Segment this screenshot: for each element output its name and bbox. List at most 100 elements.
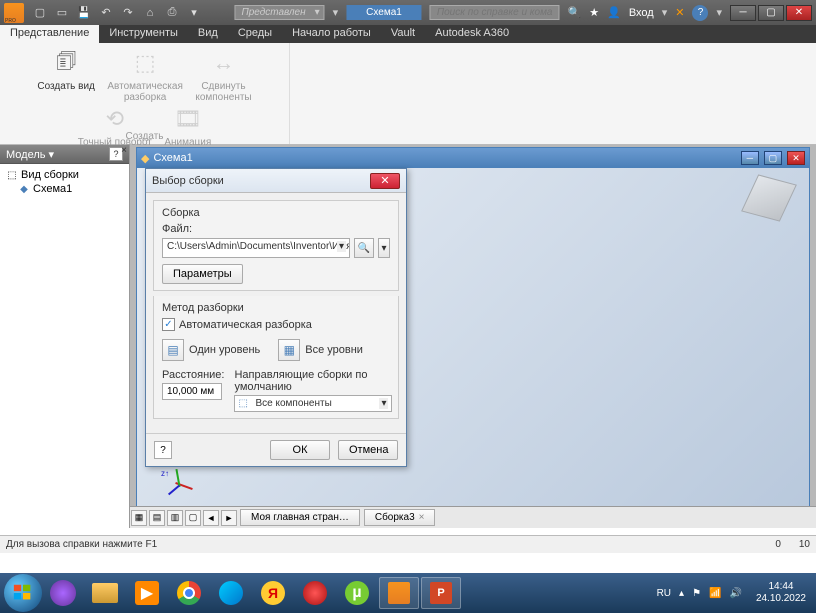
- qat-save-icon[interactable]: 💾: [76, 5, 92, 21]
- browser-header[interactable]: Модель ▾ ?: [0, 145, 129, 164]
- search-icon[interactable]: 🔍: [568, 6, 582, 19]
- qat-home-icon[interactable]: ⌂: [142, 5, 158, 21]
- view-mode-icon-1[interactable]: ▦: [131, 510, 147, 526]
- file-path-combo[interactable]: C:\Users\Admin\Documents\Inventor\Имя пр…: [162, 238, 350, 258]
- all-levels-option[interactable]: ▦ Все уровни: [278, 339, 363, 361]
- tree-root[interactable]: ⬚ Вид сборки: [4, 168, 125, 182]
- blank-strip: [0, 553, 816, 573]
- qat-print-icon[interactable]: ⎙: [164, 5, 180, 21]
- guides-combo[interactable]: Все компоненты: [234, 395, 392, 412]
- tab-tools[interactable]: Инструменты: [99, 25, 188, 43]
- view-mode-icon-4[interactable]: ▢: [185, 510, 201, 526]
- scheme-icon: ◆: [18, 183, 30, 195]
- user-icon[interactable]: 👤: [607, 6, 621, 19]
- dialog-title: Выбор сборки: [152, 175, 224, 187]
- appearance-combo[interactable]: Представлен: [234, 5, 324, 20]
- star-icon[interactable]: ★: [589, 6, 599, 19]
- start-button[interactable]: [4, 574, 42, 612]
- tray-volume-icon[interactable]: 🔊: [729, 588, 741, 599]
- taskbar-media-icon[interactable]: ▶: [127, 577, 167, 609]
- tab-vault[interactable]: Vault: [381, 25, 425, 43]
- tab-view[interactable]: Вид: [188, 25, 228, 43]
- cancel-button[interactable]: Отмена: [338, 440, 398, 460]
- taskbar-powerpoint-icon[interactable]: P: [421, 577, 461, 609]
- close-button[interactable]: ✕: [786, 5, 812, 21]
- app-titlebar: ▢ ▭ 💾 ↶ ↷ ⌂ ⎙ ▾ Представлен ▾ Схема1 🔍 ★…: [0, 0, 816, 25]
- distance-input[interactable]: [162, 383, 222, 400]
- maximize-button[interactable]: ▢: [758, 5, 784, 21]
- taskbar-chrome-icon[interactable]: [169, 577, 209, 609]
- one-level-icon: ▤: [162, 339, 184, 361]
- language-indicator[interactable]: RU: [657, 588, 671, 599]
- app-icon: [4, 3, 24, 23]
- combo-fx-icon[interactable]: ▾: [333, 6, 339, 19]
- taskbar-opera-icon[interactable]: [295, 577, 335, 609]
- dialog-titlebar[interactable]: Выбор сборки ✕: [146, 169, 406, 193]
- doc-tab-home[interactable]: Моя главная стран…: [240, 509, 360, 526]
- qat-undo-icon[interactable]: ↶: [98, 5, 114, 21]
- dialog-close-button[interactable]: ✕: [370, 173, 400, 189]
- file-options-button[interactable]: ▾: [378, 238, 390, 258]
- child-maximize-button[interactable]: ▢: [764, 151, 782, 165]
- tree-item-scheme[interactable]: ◆ Схема1: [4, 182, 125, 196]
- taskbar-explorer-icon[interactable]: [85, 577, 125, 609]
- checkbox-icon: ✓: [162, 318, 175, 331]
- dialog-help-button[interactable]: ?: [154, 441, 172, 459]
- tab-environments[interactable]: Среды: [228, 25, 282, 43]
- ribbon-group-label: Создать: [0, 131, 289, 142]
- view-mode-icon-3[interactable]: ▥: [167, 510, 183, 526]
- child-window-titlebar: ◆ Схема1 ─ ▢ ✕: [137, 148, 809, 168]
- login-label[interactable]: Вход: [629, 7, 654, 19]
- viewcube[interactable]: [741, 174, 797, 221]
- child-close-button[interactable]: ✕: [787, 151, 805, 165]
- system-clock[interactable]: 14:44 24.10.2022: [750, 581, 812, 605]
- auto-disassembly-checkbox[interactable]: ✓ Автоматическая разборка: [162, 318, 390, 331]
- tray-flag-icon[interactable]: ⚑: [692, 588, 701, 599]
- browse-file-button[interactable]: 🔍: [354, 238, 374, 258]
- taskbar-inventor-icon[interactable]: [379, 577, 419, 609]
- doc-tab-assembly3[interactable]: Сборка3×: [364, 509, 436, 526]
- taskbar-edge-icon[interactable]: [211, 577, 251, 609]
- tab-presentation[interactable]: Представление: [0, 25, 99, 43]
- qat-redo-icon[interactable]: ↷: [120, 5, 136, 21]
- file-label: Файл:: [162, 223, 390, 235]
- browser-close-icon[interactable]: ×: [121, 145, 127, 156]
- child-minimize-button[interactable]: ─: [741, 151, 759, 165]
- tab-nav-left-icon[interactable]: ◄: [203, 510, 219, 526]
- all-levels-icon: ▦: [278, 339, 300, 361]
- assembly-view-icon: ⬚: [6, 169, 18, 181]
- minimize-button[interactable]: ─: [730, 5, 756, 21]
- document-tabs: ▦ ▤ ▥ ▢ ◄ ► Моя главная стран… Сборка3×: [130, 506, 816, 528]
- one-level-option[interactable]: ▤ Один уровень: [162, 339, 260, 361]
- select-assembly-dialog: Выбор сборки ✕ Сборка Файл: C:\Users\Adm…: [145, 168, 407, 467]
- create-view-button[interactable]: 🗊 Создать вид: [33, 47, 99, 92]
- tray-arrow-icon[interactable]: ▴: [679, 588, 684, 599]
- qat-more-icon[interactable]: ▾: [186, 5, 202, 21]
- status-value-2: 10: [799, 539, 810, 550]
- child-window-title: Схема1: [153, 152, 192, 164]
- taskbar-app-1[interactable]: [43, 577, 83, 609]
- guides-label: Направляющие сборки по умолчанию: [234, 369, 392, 393]
- taskbar-utorrent-icon[interactable]: µ: [337, 577, 377, 609]
- create-view-label: Создать вид: [37, 81, 95, 92]
- tab-nav-right-icon[interactable]: ►: [221, 510, 237, 526]
- child-window-icon: ◆: [141, 152, 149, 165]
- help-icon[interactable]: ?: [692, 5, 708, 21]
- workspace: × Модель ▾ ? ⬚ Вид сборки ◆ Схема1 ◆ Схе…: [0, 145, 816, 528]
- qat-new-icon[interactable]: ▢: [32, 5, 48, 21]
- ok-button[interactable]: ОК: [270, 440, 330, 460]
- qat-open-icon[interactable]: ▭: [54, 5, 70, 21]
- view-mode-icon-2[interactable]: ▤: [149, 510, 165, 526]
- exchange-icon[interactable]: ✕: [675, 6, 684, 19]
- tray-network-icon[interactable]: 📶: [709, 588, 721, 599]
- tab-close-icon[interactable]: ×: [419, 512, 425, 523]
- tab-getstarted[interactable]: Начало работы: [282, 25, 381, 43]
- quick-access-toolbar: ▢ ▭ 💾 ↶ ↷ ⌂ ⎙ ▾: [32, 5, 202, 21]
- search-input[interactable]: [430, 5, 560, 20]
- auto-disassembly-button: ⬚ Автоматическая разборка: [103, 47, 187, 103]
- tab-a360[interactable]: Autodesk A360: [425, 25, 519, 43]
- model-browser: × Модель ▾ ? ⬚ Вид сборки ◆ Схема1: [0, 145, 130, 528]
- ribbon-tabs: Представление Инструменты Вид Среды Нача…: [0, 25, 816, 43]
- parameters-button[interactable]: Параметры: [162, 264, 243, 284]
- taskbar-yandex-icon[interactable]: Я: [253, 577, 293, 609]
